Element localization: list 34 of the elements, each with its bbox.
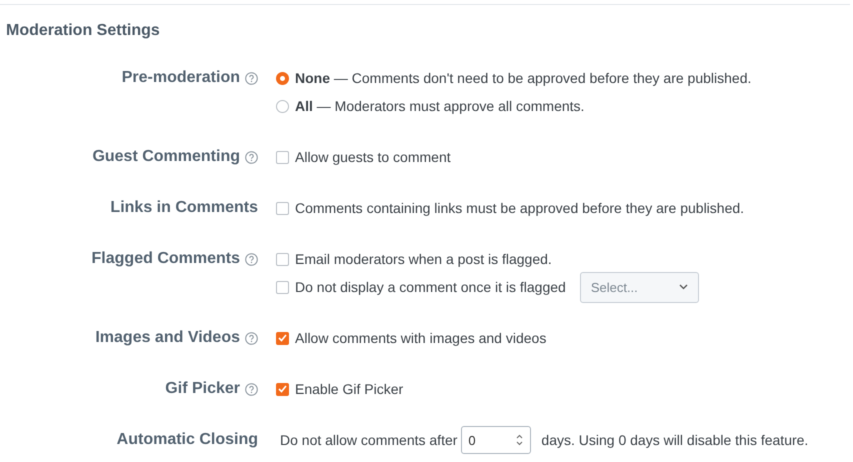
section-title: Moderation Settings	[6, 22, 161, 40]
checkbox[interactable]	[276, 150, 289, 164]
option-label: None — Comments don't need to be approved before they are published.	[295, 70, 752, 86]
number-field[interactable]: 0	[461, 426, 532, 454]
help-icon[interactable]	[245, 72, 258, 84]
checkbox[interactable]	[276, 202, 289, 214]
option-label: Comments containing links must be approved before they are published.	[295, 200, 744, 216]
option-label: Do not allow comments after	[280, 432, 458, 448]
option-label: Allow guests to comment	[295, 149, 451, 165]
checkbox[interactable]	[276, 382, 289, 396]
setting-label: Gif Picker	[165, 380, 240, 398]
help-icon[interactable]	[245, 150, 258, 164]
option-label: Do not display a comment once it is flagged	[295, 279, 566, 295]
chevron-down-icon	[678, 284, 688, 290]
radio-button[interactable]	[276, 72, 289, 84]
option-label: Allow comments with images and videos	[295, 330, 546, 346]
setting-label: Images and Videos	[95, 329, 240, 347]
checkbox[interactable]	[276, 280, 289, 294]
checkbox[interactable]	[276, 252, 289, 266]
option-label: days. Using 0 days will disable this feature.	[541, 432, 808, 448]
setting-label: Links in Comments	[110, 199, 258, 217]
option-label: All — Moderators must approve all comments.	[295, 98, 584, 114]
help-icon[interactable]	[245, 252, 258, 266]
option-label: Email moderators when a post is flagged.	[295, 251, 552, 267]
help-icon[interactable]	[245, 332, 258, 344]
radio-button[interactable]	[276, 100, 289, 112]
setting-label: Guest Commenting	[92, 148, 240, 166]
checkbox[interactable]	[276, 332, 289, 344]
setting-label: Flagged Comments	[92, 250, 240, 268]
option-label: Enable Gif Picker	[295, 381, 404, 397]
setting-label: Pre-moderation	[122, 69, 240, 87]
help-icon[interactable]	[245, 382, 258, 396]
spinner-arrows-icon[interactable]	[515, 433, 524, 447]
setting-label: Automatic Closing	[116, 431, 258, 449]
